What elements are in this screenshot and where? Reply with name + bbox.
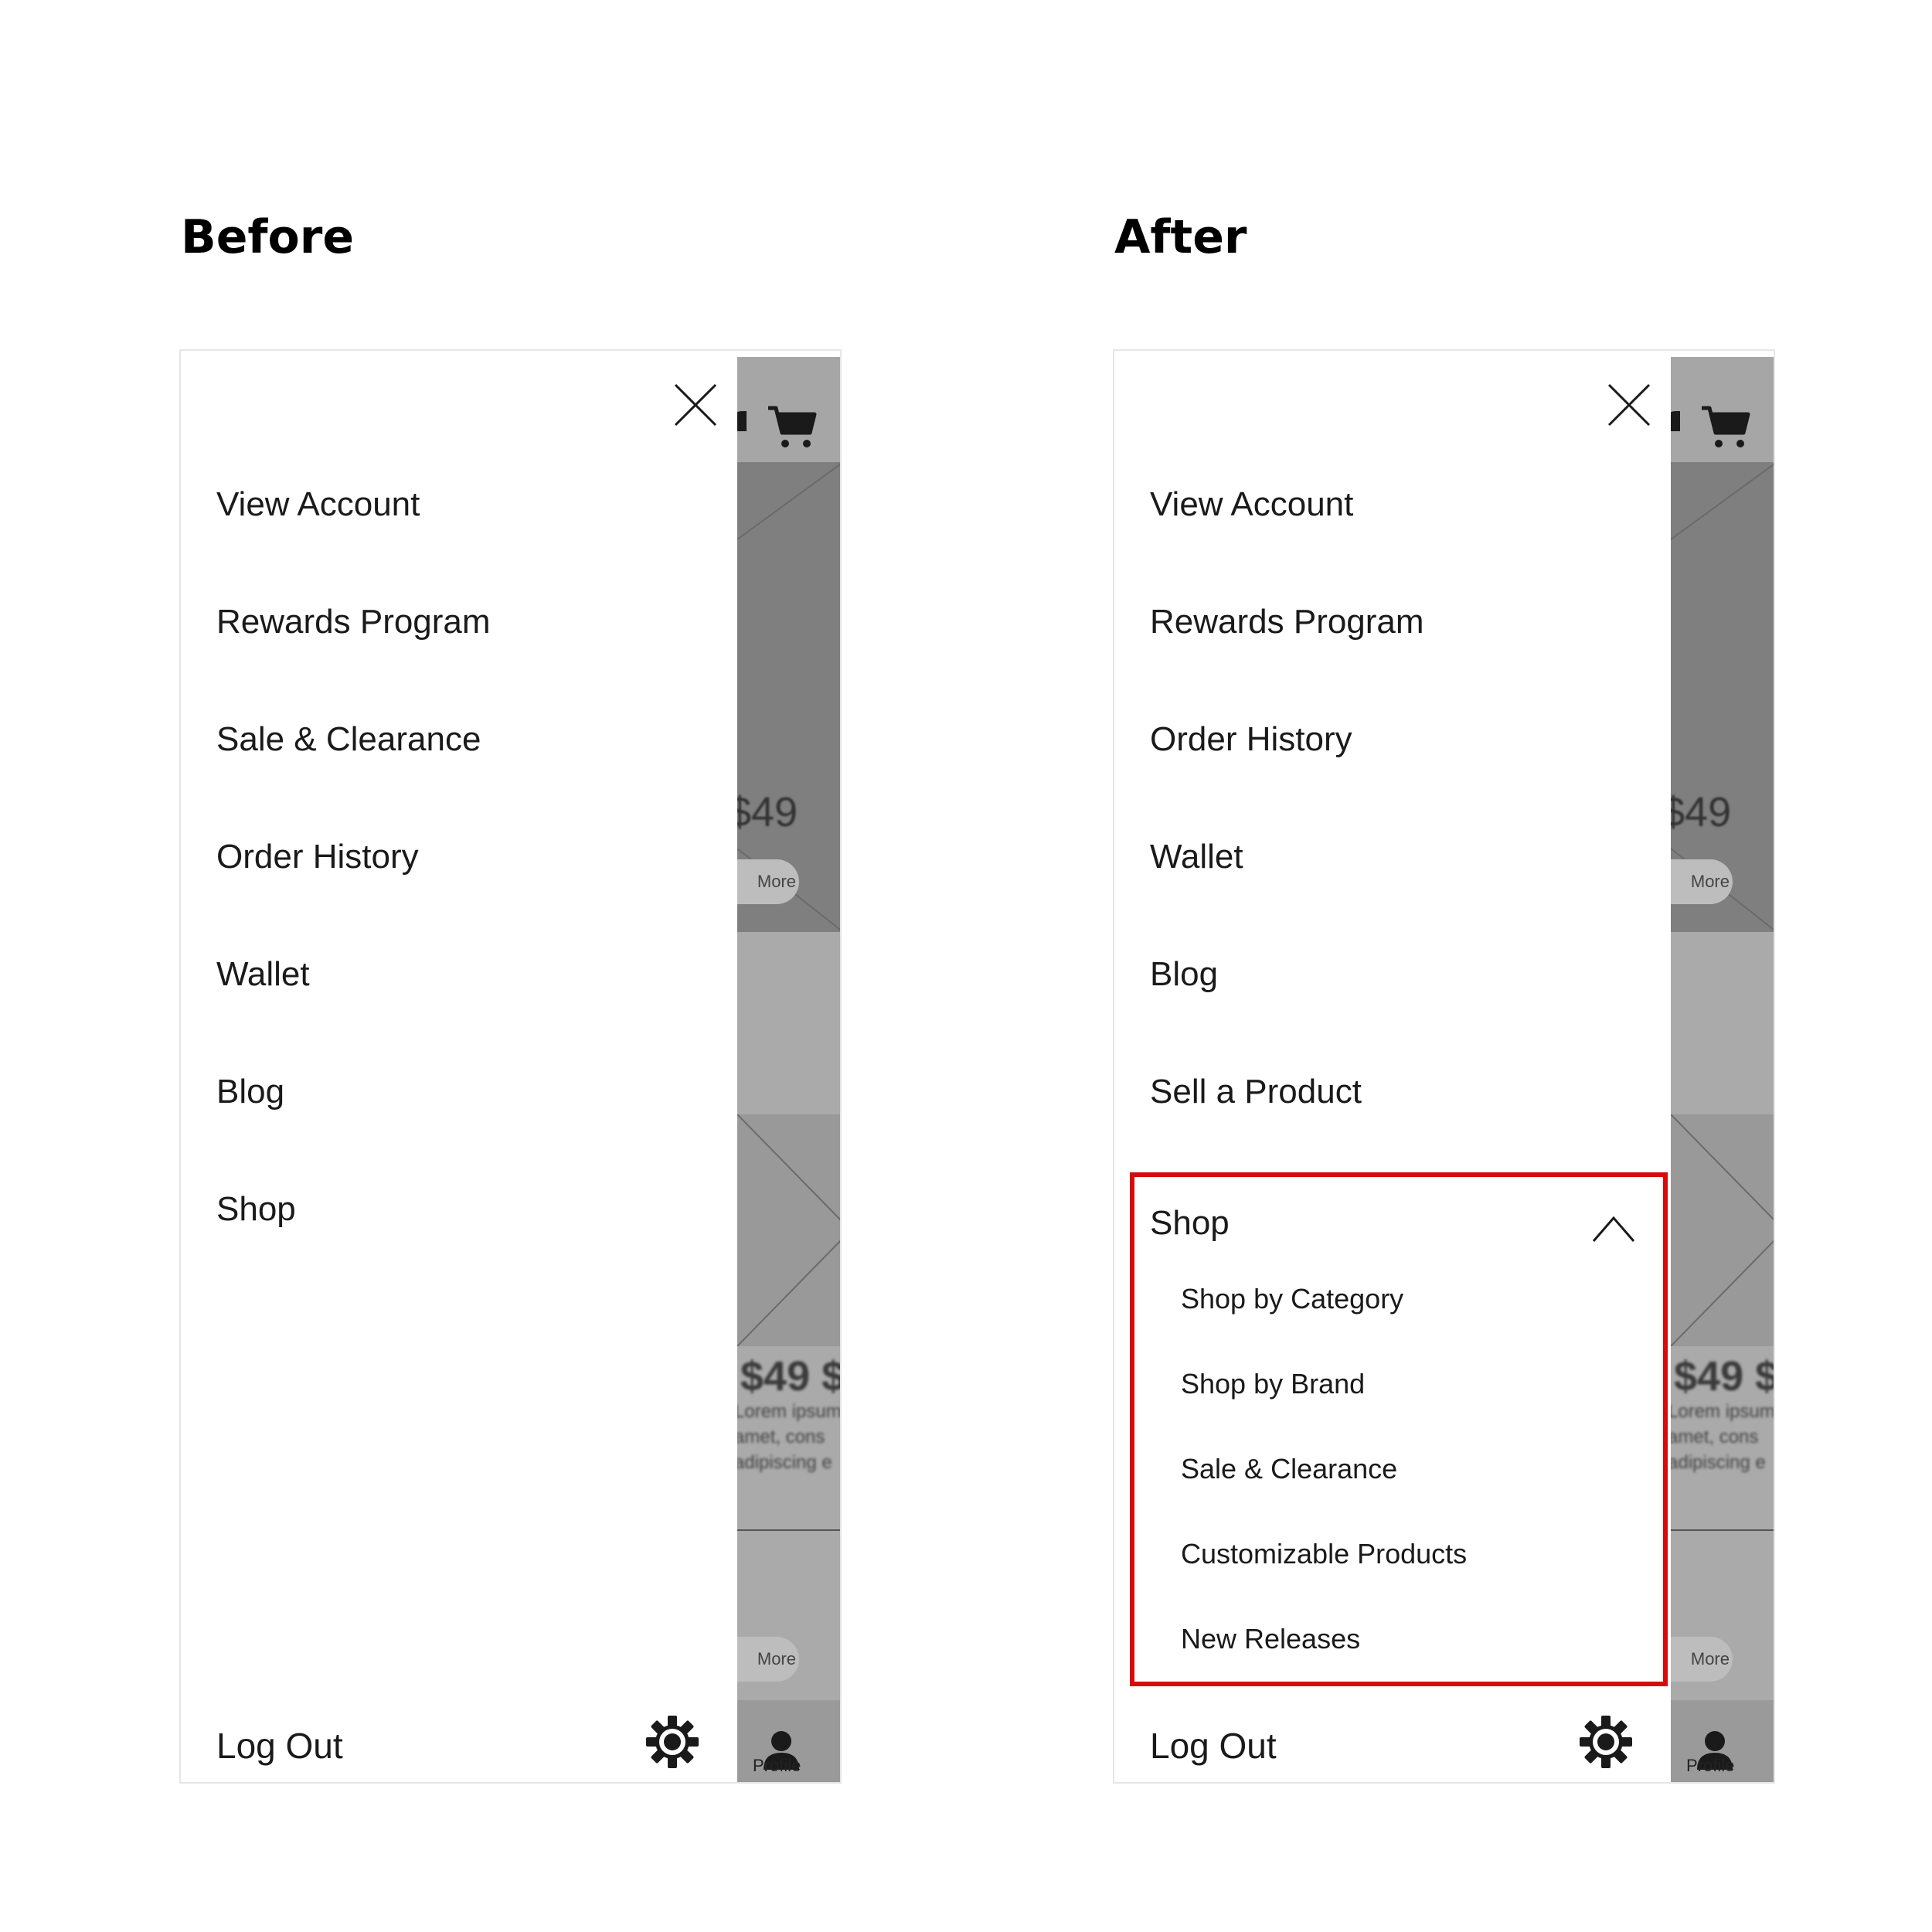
- menu-item-wallet[interactable]: Wallet: [216, 955, 310, 994]
- gear-icon[interactable]: [1578, 1714, 1634, 1770]
- more-button[interactable]: More: [1671, 1637, 1733, 1682]
- gear-icon[interactable]: [645, 1714, 700, 1770]
- logout-button[interactable]: Log Out: [1150, 1725, 1277, 1767]
- menu-item-order-history[interactable]: Order History: [1150, 720, 1352, 759]
- close-icon[interactable]: [672, 382, 719, 428]
- lorem-text: Lorem ipsum amet, cons adipiscing e: [1671, 1401, 1775, 1473]
- menu-item-sell-a-product[interactable]: Sell a Product: [1150, 1073, 1362, 1111]
- background-app: $49 More $49 $ Lorem ipsum amet, cons ad…: [1671, 357, 1775, 1782]
- more-button[interactable]: More: [737, 1637, 799, 1682]
- menu-item-blog[interactable]: Blog: [1150, 955, 1218, 994]
- more-button[interactable]: More: [1671, 859, 1733, 904]
- menu-item-rewards-program[interactable]: Rewards Program: [216, 603, 491, 641]
- background-app: $49 More $49 $ Lorem ipsum amet, cons ad…: [737, 357, 842, 1782]
- profile-label[interactable]: Profile: [1686, 1756, 1734, 1776]
- menu-item-shop[interactable]: Shop: [216, 1190, 296, 1229]
- price-strike-text: $49 $: [1674, 1353, 1775, 1400]
- submenu-item-new-releases[interactable]: New Releases: [1181, 1623, 1360, 1655]
- after-heading: After: [1114, 210, 1247, 264]
- menu-item-blog[interactable]: Blog: [216, 1073, 284, 1111]
- price-text: $49: [737, 789, 798, 835]
- before-screen: $49 More $49 $ Lorem ipsum amet, cons ad…: [179, 349, 842, 1784]
- price-strike-text: $49 $: [740, 1353, 842, 1400]
- menu-item-view-account[interactable]: View Account: [1150, 485, 1353, 524]
- lorem-text: Lorem ipsum amet, cons adipiscing e: [737, 1401, 842, 1473]
- submenu-item-shop-by-category[interactable]: Shop by Category: [1181, 1283, 1403, 1315]
- more-button[interactable]: More: [737, 859, 799, 904]
- logout-button[interactable]: Log Out: [216, 1725, 343, 1767]
- profile-label[interactable]: Profile: [753, 1756, 801, 1776]
- bell-icon: [1671, 411, 1680, 431]
- submenu-item-customizable-products[interactable]: Customizable Products: [1181, 1538, 1467, 1570]
- submenu-item-shop-by-brand[interactable]: Shop by Brand: [1181, 1368, 1365, 1400]
- menu-item-shop[interactable]: Shop: [1150, 1204, 1230, 1243]
- menu-item-rewards-program[interactable]: Rewards Program: [1150, 603, 1424, 641]
- nav-drawer: View Account Rewards Program Sale & Clea…: [181, 357, 737, 1782]
- submenu-item-sale-clearance[interactable]: Sale & Clearance: [1181, 1453, 1397, 1485]
- cart-icon[interactable]: [767, 403, 818, 450]
- shop-submenu-highlight: [1130, 1172, 1668, 1686]
- menu-item-order-history[interactable]: Order History: [216, 838, 419, 876]
- after-screen: $49 More $49 $ Lorem ipsum amet, cons ad…: [1113, 349, 1775, 1784]
- cart-icon[interactable]: [1700, 403, 1751, 450]
- menu-item-wallet[interactable]: Wallet: [1150, 838, 1243, 876]
- bell-icon: [737, 411, 747, 431]
- price-text: $49: [1671, 789, 1732, 835]
- close-icon[interactable]: [1606, 382, 1652, 428]
- before-heading: Before: [181, 210, 355, 264]
- menu-item-sale-clearance[interactable]: Sale & Clearance: [216, 720, 481, 759]
- nav-drawer: View Account Rewards Program Order Histo…: [1114, 357, 1671, 1782]
- menu-item-view-account[interactable]: View Account: [216, 485, 420, 524]
- chevron-up-icon[interactable]: [1592, 1215, 1635, 1243]
